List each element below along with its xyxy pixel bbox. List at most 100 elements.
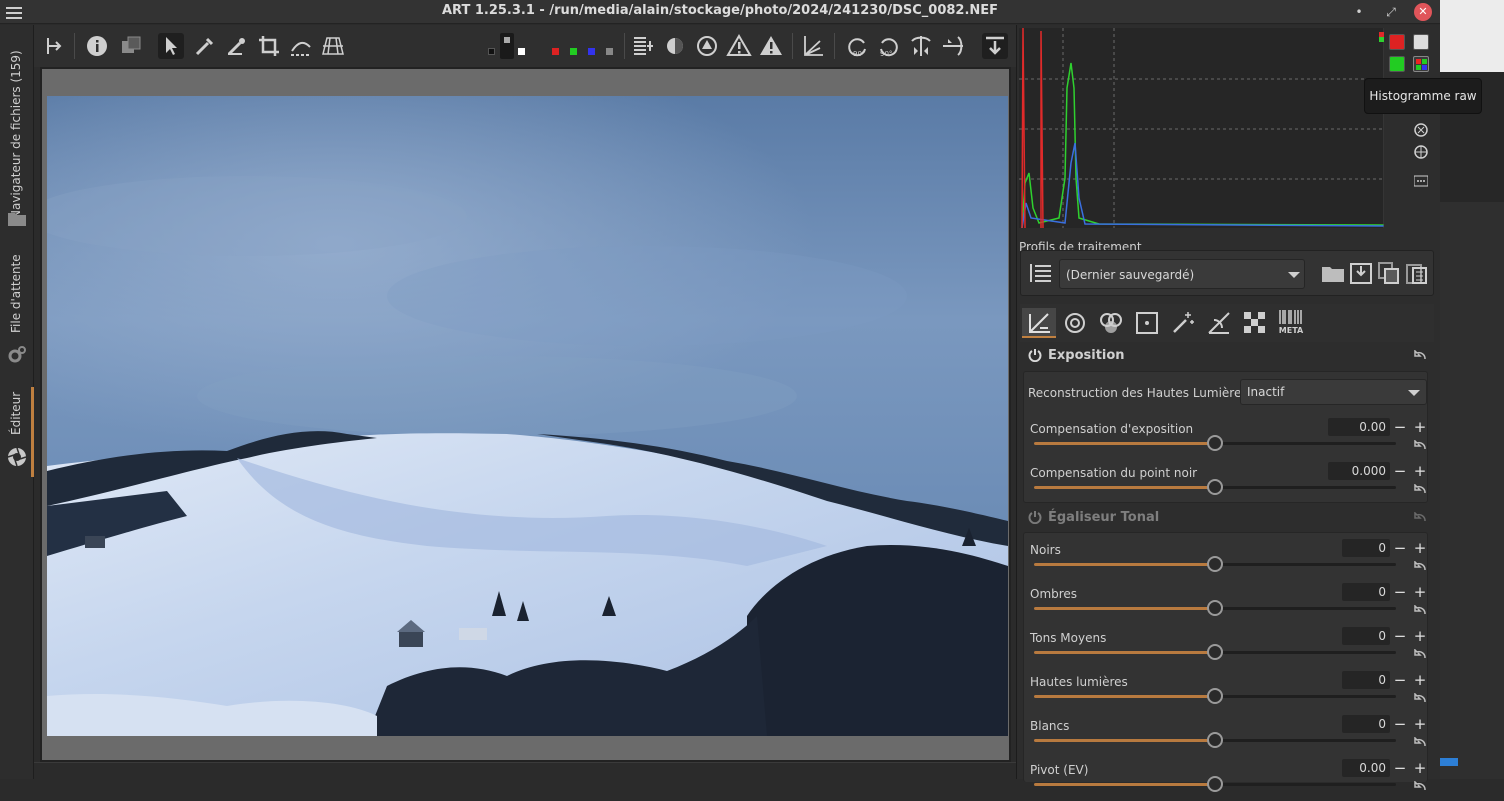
- luminance-toggle[interactable]: [1413, 34, 1429, 50]
- raw-histogram-toggle[interactable]: [1413, 56, 1429, 72]
- color-picker-icon[interactable]: [224, 33, 250, 59]
- white-balance-picker-icon[interactable]: [192, 33, 218, 59]
- save-profile-icon[interactable]: [1349, 261, 1373, 285]
- color-tab-icon[interactable]: [1096, 308, 1126, 338]
- decrement-button[interactable]: −: [1391, 461, 1409, 481]
- decrement-button[interactable]: −: [1391, 417, 1409, 437]
- slider-handle[interactable]: [1207, 479, 1223, 495]
- slider-handle[interactable]: [1207, 776, 1223, 792]
- close-button[interactable]: ✕: [1414, 3, 1432, 21]
- increment-button[interactable]: +: [1411, 417, 1429, 437]
- decrement-button[interactable]: −: [1391, 714, 1409, 734]
- slider-handle[interactable]: [1207, 600, 1223, 616]
- profile-dropdown[interactable]: (Dernier sauvegardé): [1059, 259, 1305, 289]
- before-after-icon[interactable]: [118, 33, 144, 59]
- effects-tab-icon[interactable]: [1168, 308, 1198, 338]
- straighten-icon[interactable]: [288, 33, 314, 59]
- reset-icon[interactable]: [1414, 440, 1426, 450]
- slider-handle[interactable]: [1207, 688, 1223, 704]
- flip-horizontal-icon[interactable]: [908, 33, 934, 59]
- aperture-icon[interactable]: [7, 447, 27, 467]
- slider-handle[interactable]: [1207, 435, 1223, 451]
- hl-recon-dropdown[interactable]: Inactif: [1240, 379, 1427, 405]
- transform-tab-icon[interactable]: [1204, 308, 1234, 338]
- crop-icon[interactable]: [256, 33, 282, 59]
- increment-button[interactable]: +: [1411, 714, 1429, 734]
- soft-proof-icon[interactable]: [694, 33, 720, 59]
- power-icon[interactable]: [1028, 348, 1042, 362]
- slider-value-field[interactable]: 0.00: [1328, 418, 1390, 436]
- reset-icon[interactable]: [1414, 781, 1426, 791]
- slider-value-field[interactable]: 0.000: [1328, 462, 1390, 480]
- reset-icon[interactable]: [1414, 561, 1426, 571]
- green-channel-toggle[interactable]: [1389, 56, 1405, 72]
- more-options-icon[interactable]: [1414, 175, 1428, 187]
- increment-button[interactable]: +: [1411, 626, 1429, 646]
- slider-handle[interactable]: [1207, 556, 1223, 572]
- slider-value-field[interactable]: 0: [1342, 583, 1390, 601]
- tab-exposure[interactable]: [1022, 308, 1056, 338]
- increment-button[interactable]: +: [1411, 538, 1429, 558]
- perspective-icon[interactable]: [320, 33, 346, 59]
- raw-tab-icon[interactable]: [1240, 308, 1270, 338]
- hand-tool-button[interactable]: [158, 33, 184, 59]
- reset-icon[interactable]: [1414, 512, 1426, 522]
- copy-profile-icon[interactable]: [1377, 261, 1401, 285]
- reset-icon[interactable]: [1414, 484, 1426, 494]
- decrement-button[interactable]: −: [1391, 538, 1409, 558]
- toggle-panel-icon[interactable]: [42, 33, 68, 59]
- decrement-button[interactable]: −: [1391, 758, 1409, 778]
- profile-list-icon[interactable]: [1029, 262, 1053, 284]
- decrement-button[interactable]: −: [1391, 582, 1409, 602]
- channel-preview-selector[interactable]: [550, 33, 614, 59]
- minimize-button[interactable]: •: [1350, 3, 1368, 21]
- increment-button[interactable]: +: [1411, 670, 1429, 690]
- slider-value-field[interactable]: 0.00: [1342, 759, 1390, 777]
- open-folder-icon[interactable]: [1321, 262, 1345, 284]
- background-color-selector[interactable]: [484, 33, 525, 59]
- exposure-section-header[interactable]: Exposition: [1020, 344, 1434, 368]
- increment-button[interactable]: +: [1411, 461, 1429, 481]
- reset-icon[interactable]: [1414, 350, 1426, 360]
- increment-button[interactable]: +: [1411, 582, 1429, 602]
- power-icon[interactable]: [1028, 510, 1042, 524]
- paste-profile-icon[interactable]: [1405, 261, 1429, 285]
- tab-file-browser[interactable]: Navigateur de fichiers (159): [0, 45, 34, 225]
- reset-icon[interactable]: [1414, 605, 1426, 615]
- vectorscope-icon[interactable]: [800, 33, 826, 59]
- chroma-icon[interactable]: [1414, 123, 1428, 137]
- false-color-icon[interactable]: [662, 33, 688, 59]
- photo-preview[interactable]: [47, 96, 1008, 736]
- decrement-button[interactable]: −: [1391, 626, 1409, 646]
- rotate-left-icon[interactable]: 90°: [844, 33, 870, 59]
- focus-mask-icon[interactable]: [630, 33, 656, 59]
- maximize-button[interactable]: ⤢: [1382, 3, 1400, 21]
- tab-metadata[interactable]: META: [1276, 308, 1306, 338]
- rotate-right-icon[interactable]: 90°: [876, 33, 902, 59]
- folder-icon[interactable]: [7, 209, 27, 229]
- image-canvas[interactable]: [40, 67, 1011, 762]
- slider-value-field[interactable]: 0: [1342, 539, 1390, 557]
- crosshair-icon[interactable]: [1414, 145, 1428, 159]
- tab-queue[interactable]: File d'attente: [0, 254, 34, 355]
- local-edit-tab-icon[interactable]: [1132, 308, 1162, 338]
- slider-value-field[interactable]: 0: [1342, 627, 1390, 645]
- info-icon[interactable]: [84, 33, 110, 59]
- slider-value-field[interactable]: 0: [1342, 715, 1390, 733]
- red-channel-toggle[interactable]: [1389, 34, 1405, 50]
- flip-vertical-icon[interactable]: [940, 33, 966, 59]
- shadow-clipping-icon[interactable]: [726, 33, 752, 59]
- slider-handle[interactable]: [1207, 644, 1223, 660]
- slider-value-field[interactable]: 0: [1342, 671, 1390, 689]
- reset-icon[interactable]: [1414, 737, 1426, 747]
- detail-tab-icon[interactable]: [1060, 308, 1090, 338]
- highlight-clipping-icon[interactable]: [758, 33, 784, 59]
- gears-icon[interactable]: [7, 345, 27, 365]
- tone-eq-section-header[interactable]: Égaliseur Tonal: [1020, 506, 1434, 530]
- slider-handle[interactable]: [1207, 732, 1223, 748]
- decrement-button[interactable]: −: [1391, 670, 1409, 690]
- increment-button[interactable]: +: [1411, 758, 1429, 778]
- reset-icon[interactable]: [1414, 649, 1426, 659]
- reset-icon[interactable]: [1414, 693, 1426, 703]
- side-panel-toggle-button[interactable]: [982, 33, 1008, 59]
